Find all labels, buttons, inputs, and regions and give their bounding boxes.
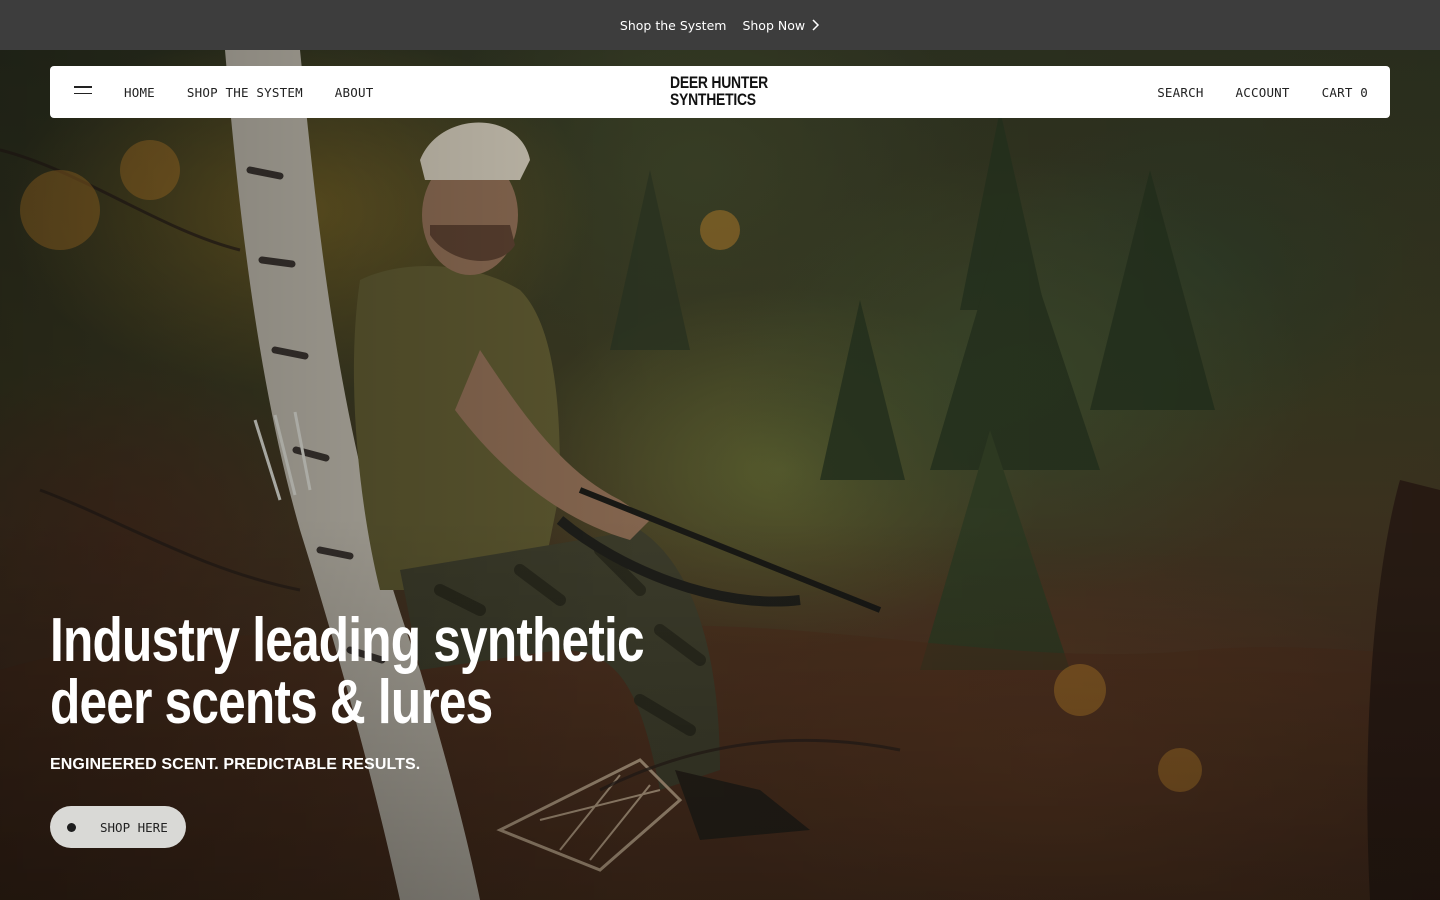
shop-now-link[interactable]: Shop Now [742, 18, 820, 33]
hero-subheadline: ENGINEERED SCENT. PREDICTABLE RESULTS. [50, 756, 421, 773]
dot-icon [67, 822, 76, 832]
chevron-right-icon [812, 19, 820, 31]
account-link[interactable]: ACCOUNT [1236, 85, 1290, 100]
site-header: HOME SHOP THE SYSTEM ABOUT DEER HUNTER S… [50, 66, 1390, 118]
hero-headline-line-2: deer scents & lures [50, 668, 493, 737]
announcement-bar: Shop the System Shop Now [0, 0, 1440, 50]
announcement-text[interactable]: Shop the System [620, 18, 727, 33]
nav-shop-the-system[interactable]: SHOP THE SYSTEM [187, 85, 303, 100]
utility-nav: SEARCH ACCOUNT CART 0 [1157, 66, 1368, 118]
hero-headline-line-1: Industry leading synthetic [50, 606, 645, 675]
shop-here-button[interactable]: SHOP HERE [50, 806, 186, 848]
nav-home[interactable]: HOME [124, 85, 155, 100]
logo-line-1: DEER HUNTER [670, 73, 768, 92]
primary-nav: HOME SHOP THE SYSTEM ABOUT [124, 66, 373, 118]
shop-now-label: Shop Now [742, 17, 806, 33]
logo-line-2: SYNTHETICS [670, 90, 756, 109]
hamburger-menu-icon[interactable] [74, 86, 92, 98]
nav-about[interactable]: ABOUT [335, 85, 374, 100]
search-link[interactable]: SEARCH [1157, 85, 1203, 100]
hero-headline: Industry leading synthetic deer scents &… [50, 606, 645, 737]
cart-link[interactable]: CART 0 [1322, 85, 1368, 100]
site-logo[interactable]: DEER HUNTER SYNTHETICS [670, 73, 768, 109]
shop-here-label: SHOP HERE [100, 819, 168, 835]
